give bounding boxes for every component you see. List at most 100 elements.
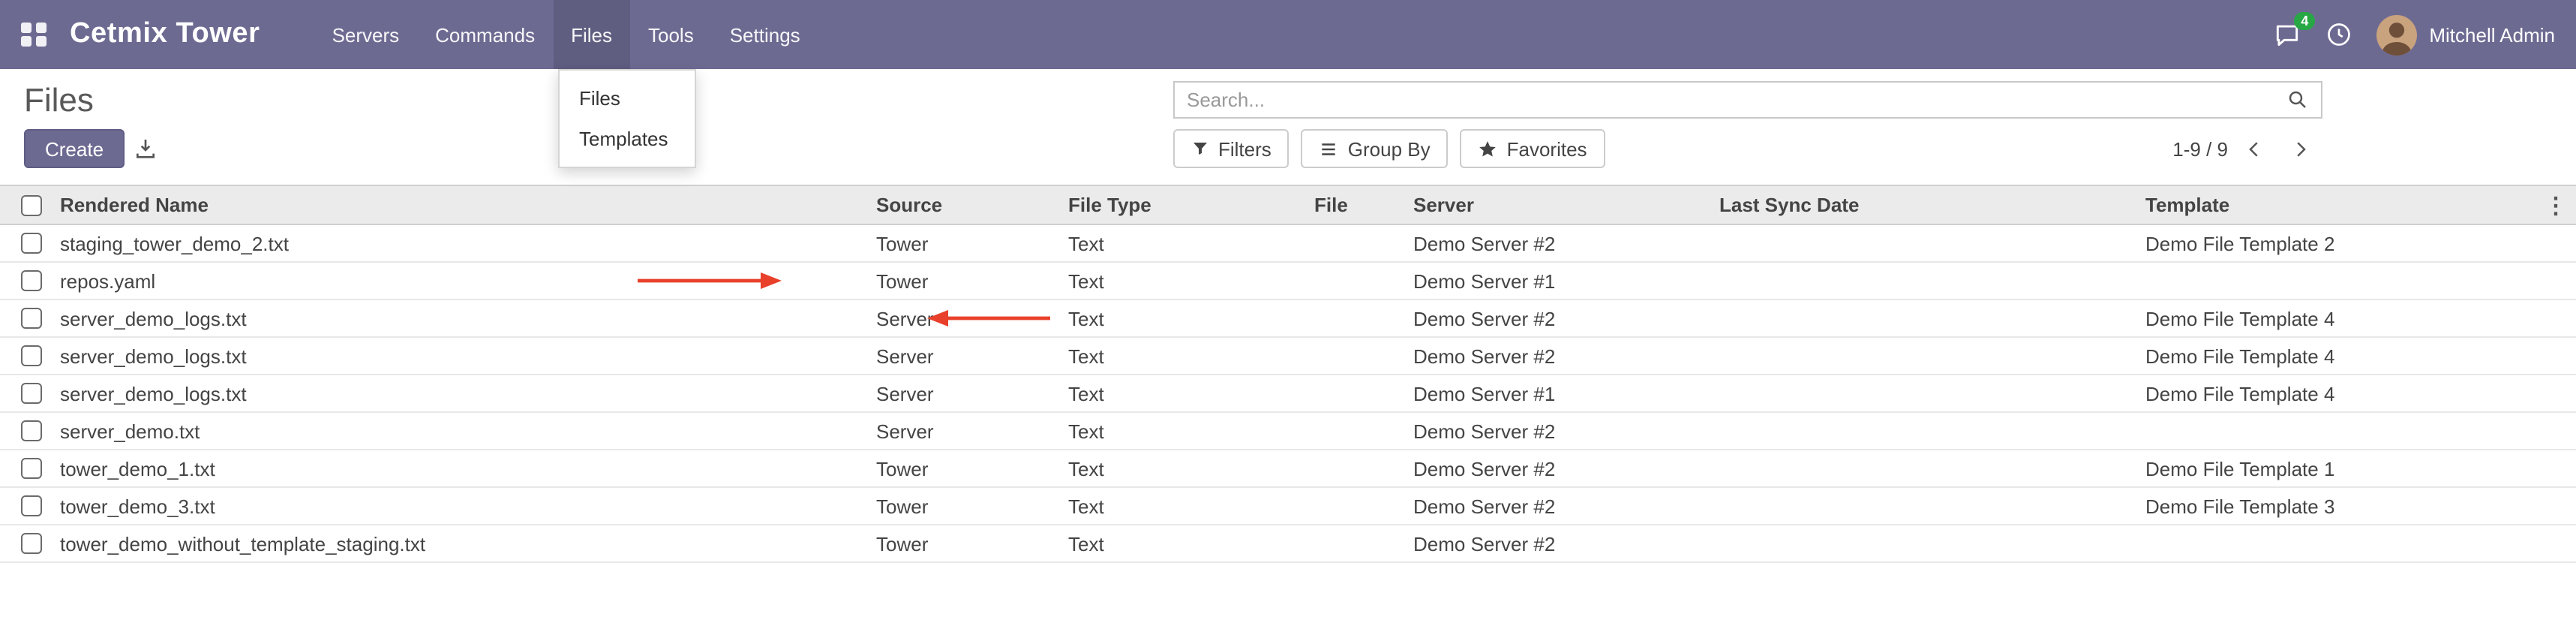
row-checkbox-cell[interactable] [0,262,60,299]
messages-icon[interactable]: 4 [2273,20,2301,49]
cell-last-sync-date [1719,262,2145,299]
cell-server: Demo Server #2 [1413,412,1719,450]
page-title: Files [24,81,94,120]
cell-rendered-name: server_demo.txt [60,412,876,450]
row-checkbox[interactable] [21,533,42,554]
row-checkbox-cell[interactable] [0,224,60,262]
table-body: staging_tower_demo_2.txt Tower Text Demo… [0,224,2576,562]
dropdown-item-templates[interactable]: Templates [560,119,695,159]
nav-menu-commands[interactable]: Commands [417,0,553,69]
table-row[interactable]: tower_demo_3.txt Tower Text Demo Server … [0,487,2576,525]
cell-server: Demo Server #1 [1413,262,1719,299]
select-all-cell[interactable] [0,185,60,224]
select-all-checkbox[interactable] [21,194,42,215]
column-header-server[interactable]: Server [1413,185,1719,224]
cell-file-type: Text [1068,299,1314,337]
row-checkbox-cell[interactable] [0,525,60,562]
table-row[interactable]: tower_demo_1.txt Tower Text Demo Server … [0,450,2576,487]
row-checkbox[interactable] [21,383,42,404]
row-checkbox-cell[interactable] [0,450,60,487]
table-row[interactable]: repos.yaml Tower Text Demo Server #1 [0,262,2576,299]
row-checkbox[interactable] [21,345,42,366]
row-checkbox-cell[interactable] [0,299,60,337]
search-options: Filters Group By Favorites [1173,129,1605,168]
table-row[interactable]: server_demo_logs.txt Server Text Demo Se… [0,299,2576,337]
cell-rendered-name: server_demo_logs.txt [60,299,876,337]
search-input[interactable] [1187,89,2286,111]
cell-last-sync-date [1719,525,2145,562]
cell-server: Demo Server #2 [1413,224,1719,262]
column-header-template[interactable]: Template [2145,185,2535,224]
search-icon[interactable] [2286,89,2309,111]
cell-rendered-name: staging_tower_demo_2.txt [60,224,876,262]
column-header-file-type[interactable]: File Type [1068,185,1314,224]
star-icon [1479,139,1498,158]
pager-range: 1-9 / 9 [2172,137,2228,160]
cell-server: Demo Server #1 [1413,375,1719,412]
table-row[interactable]: staging_tower_demo_2.txt Tower Text Demo… [0,224,2576,262]
cell-options [2535,337,2576,375]
apps-grid-icon[interactable] [21,23,46,47]
messages-count-badge: 4 [2294,11,2315,29]
cell-options [2535,412,2576,450]
cell-file [1314,412,1413,450]
row-checkbox-cell[interactable] [0,375,60,412]
create-button[interactable]: Create [24,129,125,168]
app-brand[interactable]: Cetmix Tower [70,18,260,51]
table-row[interactable]: server_demo.txt Server Text Demo Server … [0,412,2576,450]
user-menu[interactable]: Mitchell Admin [2376,14,2555,55]
pager-next-button[interactable] [2280,134,2321,163]
favorites-button[interactable]: Favorites [1461,129,1605,168]
cell-template: Demo File Template 4 [2145,337,2535,375]
cell-source: Tower [876,224,1068,262]
cell-file-type: Text [1068,487,1314,525]
cell-file [1314,262,1413,299]
cell-last-sync-date [1719,450,2145,487]
column-header-source[interactable]: Source [876,185,1068,224]
nav-menu-servers[interactable]: Servers [314,0,418,69]
files-dropdown-menu: Files Templates [558,69,696,168]
column-header-last-sync-date[interactable]: Last Sync Date [1719,185,2145,224]
group-by-icon [1320,139,1339,158]
cell-rendered-name: tower_demo_without_template_staging.txt [60,525,876,562]
row-checkbox[interactable] [21,233,42,254]
column-header-file[interactable]: File [1314,185,1413,224]
row-checkbox[interactable] [21,495,42,516]
row-checkbox[interactable] [21,308,42,329]
cell-file [1314,525,1413,562]
favorites-label: Favorites [1507,137,1587,160]
cell-source: Server [876,299,1068,337]
column-header-rendered-name[interactable]: Rendered Name [60,185,876,224]
pager-previous-button[interactable] [2234,134,2274,163]
nav-menu-files[interactable]: Files [553,0,630,69]
nav-menu-tools[interactable]: Tools [630,0,712,69]
dropdown-item-files[interactable]: Files [560,78,695,119]
nav-menu-settings[interactable]: Settings [712,0,818,69]
chevron-left-icon [2243,137,2265,160]
cell-template: Demo File Template 1 [2145,450,2535,487]
row-checkbox[interactable] [21,420,42,441]
cell-file [1314,337,1413,375]
avatar [2376,14,2417,55]
clock-icon [2325,21,2352,48]
cell-file-type: Text [1068,337,1314,375]
row-checkbox-cell[interactable] [0,412,60,450]
table-row[interactable]: server_demo_logs.txt Server Text Demo Se… [0,337,2576,375]
activity-clock-icon[interactable] [2325,21,2352,48]
table-row[interactable]: tower_demo_without_template_staging.txt … [0,525,2576,562]
table-row[interactable]: server_demo_logs.txt Server Text Demo Se… [0,375,2576,412]
group-by-button[interactable]: Group By [1302,129,1449,168]
optional-columns-toggle[interactable]: ⋮ [2535,185,2576,224]
cell-last-sync-date [1719,224,2145,262]
search-bar [1173,81,2322,119]
group-by-label: Group By [1348,137,1431,160]
export-download-button[interactable] [123,129,168,168]
cell-options [2535,450,2576,487]
row-checkbox[interactable] [21,270,42,291]
row-checkbox-cell[interactable] [0,487,60,525]
cell-source: Tower [876,487,1068,525]
cell-rendered-name: tower_demo_3.txt [60,487,876,525]
row-checkbox[interactable] [21,458,42,479]
filters-button[interactable]: Filters [1173,129,1290,168]
row-checkbox-cell[interactable] [0,337,60,375]
